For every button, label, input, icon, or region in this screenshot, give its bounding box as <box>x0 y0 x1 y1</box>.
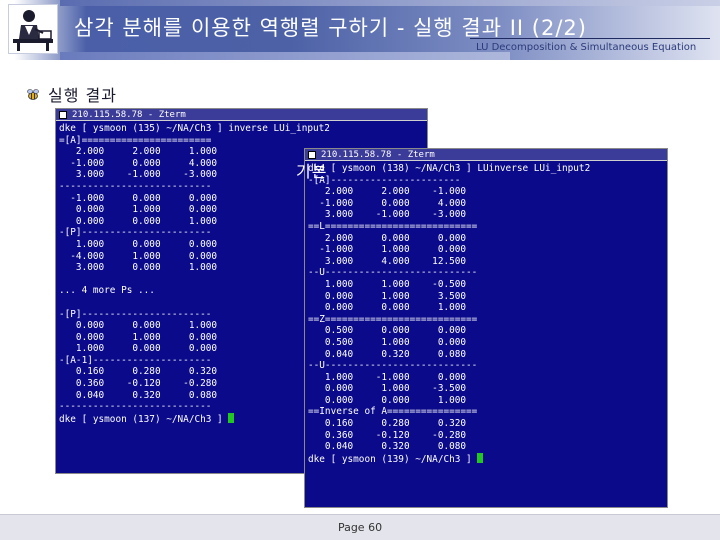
terminal-line: 0.360 -0.120 -0.280 <box>59 378 218 390</box>
terminal-line: 0.040 0.320 0.080 <box>59 389 218 401</box>
header-stripe-top <box>60 0 720 6</box>
bullet-text: 실행 결과 <box>48 86 117 105</box>
terminal-line: -[P]----------------------- <box>59 227 212 239</box>
terminal-line: -1.000 0.000 4.000 <box>59 157 218 169</box>
terminal-window-right[interactable]: 210.115.58.78 - Zterm dke [ ysmoon (138)… <box>304 148 668 508</box>
terminal-line: 1.000 0.000 0.000 <box>59 238 218 250</box>
terminal-line: 0.500 1.000 0.000 <box>308 336 467 348</box>
terminal-line: ==Z=========================== <box>308 313 478 325</box>
cursor-block <box>477 452 484 463</box>
terminal-line: dke [ ysmoon (135) ~/NA/Ch3 ] inverse LU… <box>59 123 330 134</box>
slide-title: 삼각 분해를 이용한 역행렬 구하기 - 실행 결과 II (2/2) <box>74 16 587 40</box>
terminal-line: 0.040 0.320 0.080 <box>308 441 467 453</box>
page-number: Page 60 <box>337 521 383 534</box>
terminal-line: 2.000 2.000 -1.000 <box>308 186 467 198</box>
terminal-line: -1.000 1.000 0.000 <box>308 244 467 256</box>
terminal-line: 3.000 0.000 1.000 <box>59 262 218 274</box>
terminal-line: --------------------------- <box>59 180 212 192</box>
terminal-line: 3.000 -1.000 -3.000 <box>59 169 218 181</box>
terminal-line: 0.360 -0.120 -0.280 <box>308 429 467 441</box>
terminal-line: 0.000 0.000 1.000 <box>59 320 218 332</box>
terminal-line: 0.000 1.000 3.500 <box>308 290 467 302</box>
terminal-line: 0.000 1.000 0.000 <box>59 204 218 216</box>
terminal-line: --------------------------- <box>59 401 212 413</box>
cursor-block <box>228 412 235 423</box>
terminal-line: ==L=========================== <box>308 220 478 232</box>
terminal-line: 0.000 0.000 1.000 <box>308 302 467 314</box>
terminal-line: ==Inverse of A================ <box>308 406 478 418</box>
terminal-line: 3.000 4.000 12.500 <box>308 255 467 267</box>
terminal-title: 210.115.58.78 - Zterm <box>72 109 186 120</box>
terminal-line: -[A]----------------------- <box>308 174 461 186</box>
terminal-line: 2.000 2.000 1.000 <box>59 146 218 158</box>
terminal-line: 1.000 0.000 0.000 <box>59 343 218 355</box>
terminal-line: ... 4 more Ps ... <box>59 285 155 297</box>
terminal-line: -[A-1]--------------------- <box>59 354 212 366</box>
terminal-line: 0.000 1.000 -3.500 <box>308 383 467 395</box>
terminal-output: dke [ ysmoon (138) ~/NA/Ch3 ] LUinverse … <box>305 161 667 465</box>
terminal-line: 0.160 0.280 0.320 <box>308 418 467 430</box>
bullet-row: 실행 결과 <box>26 82 117 106</box>
terminal-line: 3.000 -1.000 -3.000 <box>308 209 467 221</box>
header-rule <box>470 38 710 39</box>
terminal-line: 1.000 -1.000 0.000 <box>308 371 467 383</box>
terminal-line: dke [ ysmoon (139) ~/NA/Ch3 ] <box>308 453 478 465</box>
terminal-line: -1.000 0.000 4.000 <box>308 197 467 209</box>
terminal-line: 0.160 0.280 0.320 <box>59 366 218 378</box>
terminal-title: 210.115.58.78 - Zterm <box>321 149 435 160</box>
terminal-titlebar[interactable]: 210.115.58.78 - Zterm <box>305 149 667 161</box>
overlay-label: 기본 <box>296 162 328 181</box>
terminal-titlebar[interactable]: 210.115.58.78 - Zterm <box>56 109 427 121</box>
terminal-line: 0.000 1.000 0.000 <box>59 331 218 343</box>
terminal-line: 0.000 0.000 1.000 <box>308 394 467 406</box>
terminal-line: 0.000 0.000 1.000 <box>59 215 218 227</box>
terminal-line: =[A]======================= <box>59 134 212 146</box>
terminal-line: 2.000 0.000 0.000 <box>308 232 467 244</box>
terminal-line: -1.000 0.000 0.000 <box>59 192 218 204</box>
terminal-line: --U--------------------------- <box>308 267 478 279</box>
terminal-line: 0.040 0.320 0.080 <box>308 348 467 360</box>
terminal-line: --U--------------------------- <box>308 360 478 372</box>
terminal-line: 0.500 0.000 0.000 <box>308 325 467 337</box>
terminal-line: 1.000 1.000 -0.500 <box>308 278 467 290</box>
terminal-line: -[P]----------------------- <box>59 308 212 320</box>
bee-icon <box>26 87 40 101</box>
terminal-line: dke [ ysmoon (138) ~/NA/Ch3 ] LUinverse … <box>308 163 591 174</box>
window-menu-icon[interactable] <box>59 110 67 119</box>
terminal-line: -4.000 1.000 0.000 <box>59 250 218 262</box>
slide-subtitle: LU Decomposition & Simultaneous Equation <box>476 42 697 53</box>
terminal-line: dke [ ysmoon (137) ~/NA/Ch3 ] <box>59 413 229 425</box>
header-stripe-bottom <box>60 52 510 60</box>
person-at-desk-icon <box>8 4 58 54</box>
